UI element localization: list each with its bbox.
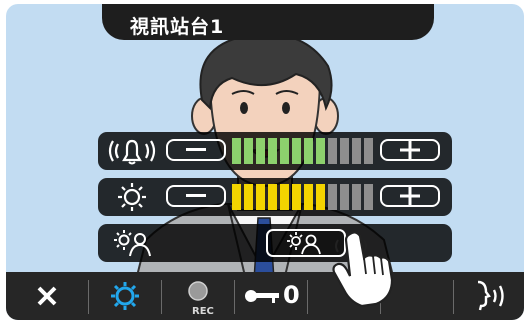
level-segment [364,138,373,164]
close-button[interactable] [6,272,88,320]
level-segment [232,184,241,210]
level-segment [268,184,277,210]
unlock-label: 0 [283,281,300,309]
level-segment [328,138,337,164]
talk-button[interactable] [454,272,524,320]
sun-person-icon [114,230,151,257]
key-icon [245,290,279,303]
monitor-screen: 視訊站台1 0 REC [6,4,524,320]
level-segment [256,138,265,164]
gear-icon [111,282,139,310]
volume-decrease-button[interactable] [166,139,226,161]
level-segment [256,184,265,210]
level-segment [340,184,349,210]
level-segment [232,138,241,164]
brightness-increase-button[interactable] [380,185,440,207]
sun-icon [118,183,146,211]
level-segment [316,138,325,164]
level-segment [280,184,289,210]
level-segment [292,184,301,210]
minus-icon [186,148,206,151]
volume-increase-button[interactable] [380,139,440,161]
plus-icon [400,140,420,160]
level-segment [244,184,253,210]
close-icon [37,286,57,306]
level-segment [304,184,313,210]
volume-control [98,132,452,170]
settings-button[interactable] [89,272,161,320]
level-segment [268,138,277,164]
record-label: REC [192,306,214,317]
plus-icon [400,186,420,206]
level-segment [328,184,337,210]
level-segment [364,184,373,210]
level-segment [352,184,361,210]
level-segment [292,138,301,164]
station-title: 視訊站台1 [130,16,225,38]
level-segment [352,138,361,164]
brightness-decrease-button[interactable] [166,185,226,207]
level-segment [340,138,349,164]
bell-ring-icon [108,139,156,165]
bottom-toolbar: 0 [6,272,524,320]
level-segment [244,138,253,164]
record-icon [188,281,208,301]
minus-icon [186,194,206,197]
pointer-hand-icon [332,231,394,308]
level-segment [280,138,289,164]
backlight-control [98,224,452,262]
level-segment [304,138,313,164]
brightness-control [98,178,452,216]
talk-icon [477,280,504,311]
level-segment [316,184,325,210]
unlock-button[interactable]: 0 [235,272,307,320]
